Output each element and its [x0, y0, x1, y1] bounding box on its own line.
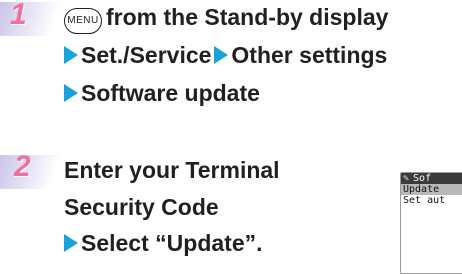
step-2-line-3: Select “Update”. — [64, 228, 263, 258]
phone-menu-item-set-auto: Set aut — [403, 195, 446, 206]
step-1-line-1: MENU from the Stand-by display — [64, 2, 388, 34]
menu-path-set-service: Set./Service — [81, 42, 212, 68]
step-2-number: 2 — [14, 150, 31, 183]
phone-menu-item-update: Update — [401, 184, 462, 195]
phone-screen-title: Sof — [413, 173, 432, 184]
arrow-icon — [64, 234, 78, 252]
step-1-number: 1 — [10, 0, 27, 31]
phone-screen-preview: ✎ Sof Update Set aut — [400, 172, 462, 274]
step-2-line-1-text: Enter your Terminal — [64, 157, 280, 183]
select-update-instruction: Select “Update”. — [81, 230, 263, 256]
step-2-line-2-text: Security Code — [64, 194, 219, 220]
step-2-line-2: Security Code — [64, 192, 219, 222]
menu-key-icon: MENU — [64, 8, 102, 34]
step-1-line-2: Set./Service Other settings — [64, 40, 387, 70]
menu-path-other-settings: Other settings — [231, 42, 388, 68]
step-2-line-1: Enter your Terminal — [64, 155, 280, 185]
arrow-icon — [64, 84, 78, 102]
pen-icon: ✎ — [403, 173, 410, 184]
arrow-icon — [214, 46, 229, 64]
phone-screen-title-bar: ✎ Sof — [401, 173, 462, 184]
arrow-icon — [64, 46, 78, 64]
step-1-line-3: Software update — [64, 78, 260, 108]
menu-path-software-update: Software update — [81, 80, 260, 106]
step-1-line-1-text: from the Stand-by display — [106, 4, 389, 30]
